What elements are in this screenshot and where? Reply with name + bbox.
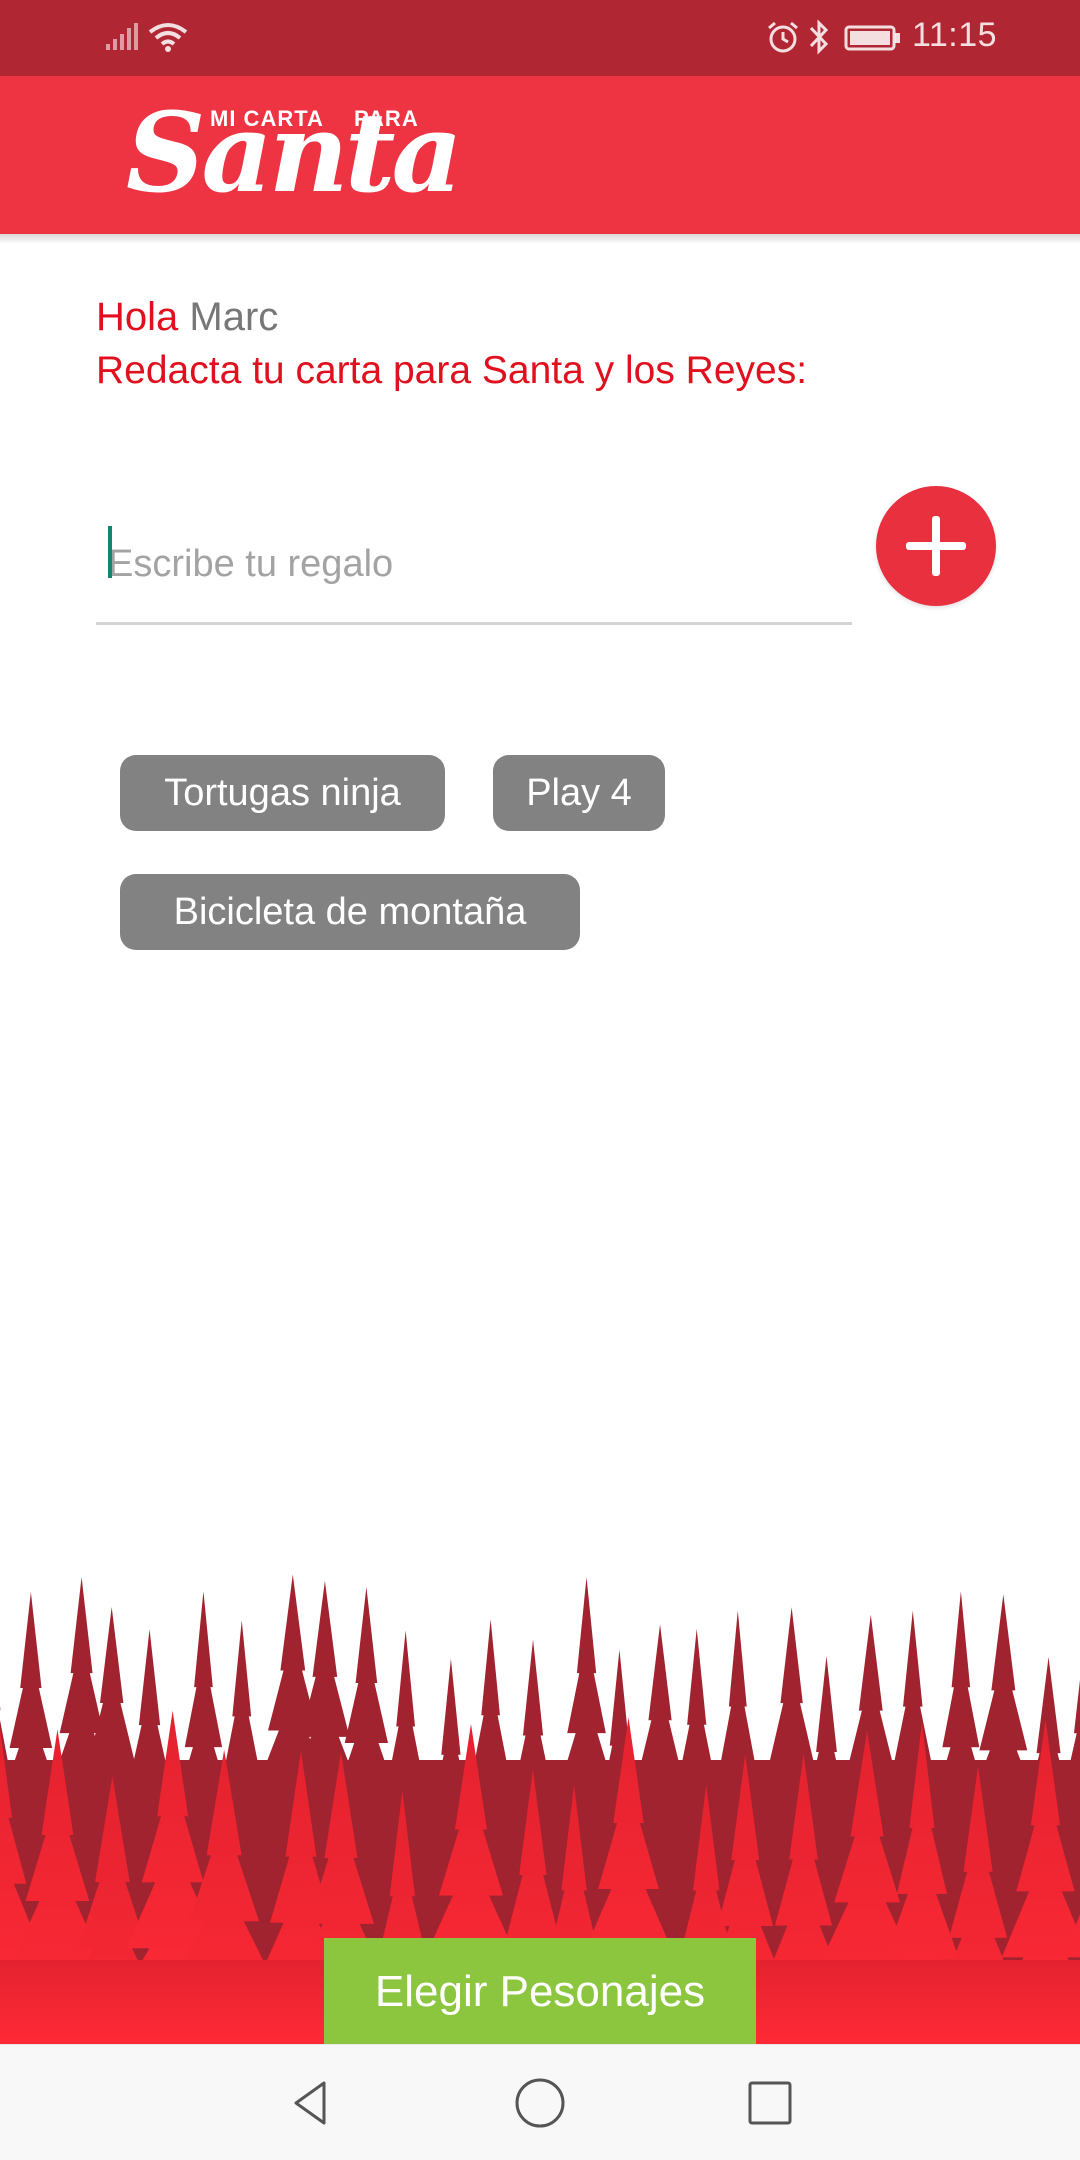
status-bar: 11:15 (0, 0, 1080, 76)
gift-chip[interactable]: Play 4 (493, 755, 665, 831)
add-gift-button[interactable] (876, 486, 996, 606)
gift-chip[interactable]: Bicicleta de montaña (120, 874, 580, 950)
logo-top-left-text: MI CARTA (210, 106, 324, 131)
gift-chip[interactable]: Tortugas ninja (120, 755, 445, 831)
navigation-bar (0, 2044, 1080, 2160)
back-icon[interactable] (282, 2075, 338, 2131)
home-icon[interactable] (512, 2075, 568, 2131)
greeting-hola: Hola (96, 295, 179, 339)
text-cursor (108, 526, 112, 578)
choose-characters-button[interactable]: Elegir Pesonajes (324, 1938, 756, 2046)
alarm-icon (768, 21, 798, 53)
recent-apps-icon[interactable] (742, 2075, 798, 2131)
logo-top-right-text: PARA (354, 106, 419, 131)
clock: 11:15 (912, 16, 998, 54)
gift-input[interactable] (108, 524, 838, 604)
bluetooth-icon (809, 19, 829, 55)
gift-input-field[interactable] (96, 510, 852, 625)
signal-icon (106, 23, 138, 50)
battery-icon (844, 25, 900, 51)
app-bar-shadow (0, 234, 1080, 244)
plus-icon (906, 516, 966, 576)
greeting: Hola Marc (96, 290, 278, 344)
page-subtitle: Redacta tu carta para Santa y los Reyes: (96, 349, 808, 392)
app-logo: Santa MI CARTA PARA (126, 88, 463, 228)
greeting-user-name: Marc (189, 295, 279, 339)
wifi-icon (148, 23, 188, 52)
